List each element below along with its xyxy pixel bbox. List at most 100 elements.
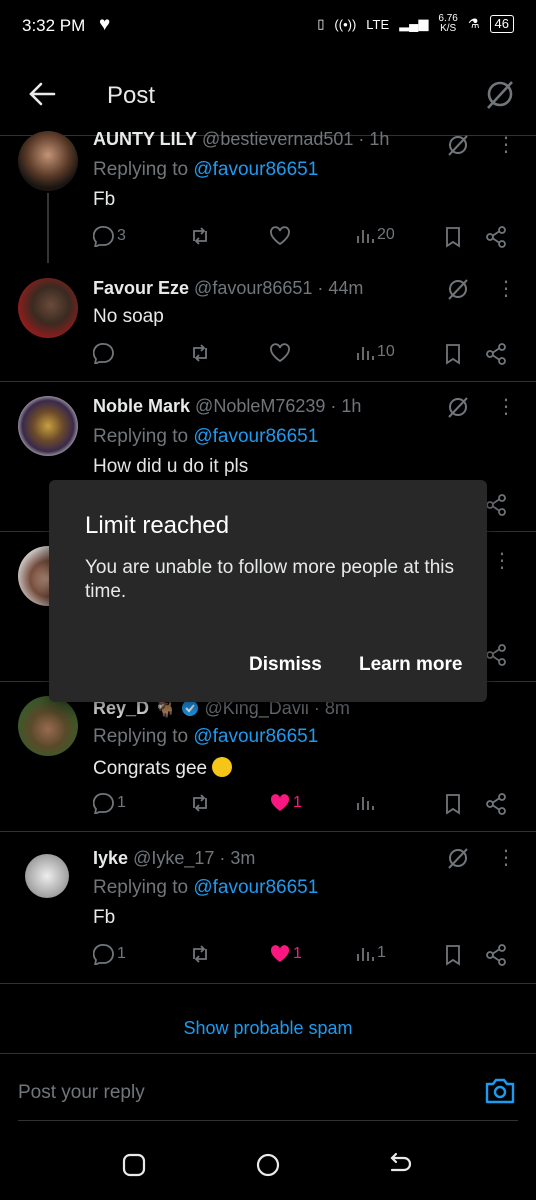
reply-1[interactable]: AUNTY LILY @bestievernad501 · 1h ⋮ Reply… [0,129,536,265]
views-count: 10 [377,343,395,360]
avatar[interactable] [18,278,78,338]
bookmark-icon[interactable] [443,226,463,248]
replying-to: Replying to @favour86651 [93,877,318,899]
views-button[interactable]: 20 [355,225,395,245]
mention-link[interactable]: @favour86651 [193,159,318,180]
reply-count: 1 [117,945,126,962]
lte-label: LTE [366,16,390,32]
share-icon[interactable] [485,793,507,815]
bookmark-icon[interactable] [443,343,463,365]
like-button[interactable] [269,225,291,247]
avatar[interactable] [25,854,69,898]
handle[interactable]: @favour86651 · 44m [194,278,363,298]
bookmark-icon[interactable] [443,944,463,966]
dismiss-button[interactable]: Dismiss [249,654,322,676]
heart-icon: ♥ [99,14,111,35]
net-speed-unit: K/S [440,23,457,34]
status-bar: 3:32 PM ♥ ▯ ((•)) LTE ▂▄▆ 6.76 K/S ⚗ 46 [0,0,536,56]
mention-link[interactable]: @favour86651 [193,877,318,898]
avatar[interactable] [18,131,78,191]
handle[interactable]: @NobleM76239 · 1h [195,396,361,416]
reply-button[interactable]: 1 [93,792,126,814]
more-icon[interactable]: ⋮ [496,279,516,299]
repost-icon [193,945,207,963]
share-icon[interactable] [485,343,507,365]
show-probable-spam-link[interactable]: Show probable spam [0,984,536,1054]
repost-button[interactable] [189,943,211,965]
grok-icon[interactable] [484,78,516,115]
learn-more-button[interactable]: Learn more [359,654,462,676]
display-name[interactable]: AUNTY LILY [93,129,197,149]
flask-icon: ⚗ [467,16,480,31]
reply-composer: Post your reply [0,1054,536,1124]
replying-to: Replying to @favour86651 [93,426,318,448]
display-name[interactable]: Noble Mark [93,396,190,416]
status-time: 3:32 PM [22,16,86,35]
reply-button[interactable]: 3 [93,225,126,247]
more-icon[interactable]: ⋮ [496,397,516,417]
reply-actions: 1 1 [93,792,513,818]
grok-icon[interactable] [446,277,470,301]
reply-button[interactable]: 1 [93,943,126,965]
reply-button[interactable] [93,342,115,364]
comment-icon [93,226,114,247]
reply-5[interactable]: Iyke @Iyke_17 · 3m ⋮ Replying to @favour… [0,832,536,984]
comment-icon [93,793,114,814]
more-icon[interactable]: ⋮ [496,135,516,155]
camera-icon[interactable] [484,1076,516,1111]
divider [18,1120,518,1121]
dialog-message: You are unable to follow more people at … [85,557,454,602]
views-button[interactable]: 1 [355,943,386,963]
reply-top-actions: ⋮ [446,846,516,870]
handle[interactable]: @Iyke_17 · 3m [133,848,255,868]
bookmark-icon[interactable] [443,793,463,815]
views-icon [357,948,374,961]
views-icon [357,230,374,243]
dialog-title: Limit reached [85,512,230,539]
replying-prefix: Replying to [93,426,194,447]
reply-input[interactable]: Post your reply [18,1082,145,1104]
comment-icon [93,944,114,965]
more-icon[interactable]: ⋮ [496,848,516,868]
reply-actions: 1 1 1 [93,943,513,969]
share-icon[interactable] [485,226,507,248]
replying-prefix: Replying to [93,159,194,180]
repost-icon [193,227,207,245]
share-icon[interactable] [485,944,507,966]
back-arrow-icon[interactable] [28,80,56,113]
like-count: 1 [293,945,302,962]
back-nav-icon[interactable] [388,1152,414,1178]
repost-button[interactable] [189,792,211,814]
grok-icon[interactable] [446,846,470,870]
reply-top-actions: ⋮ [446,277,516,301]
repost-button[interactable] [189,225,211,247]
recent-apps-icon[interactable] [122,1153,146,1177]
share-icon[interactable] [485,494,507,516]
replying-to: Replying to @favour86651 [93,159,318,181]
avatar[interactable] [18,696,78,756]
reply-text-content: Congrats gee [93,758,208,779]
like-button[interactable] [269,342,291,364]
repost-button[interactable] [189,342,211,364]
views-button[interactable]: 10 [355,342,395,362]
mention-link[interactable]: @favour86651 [193,426,318,447]
reply-2[interactable]: Favour Eze @favour86651 · 44m ⋮ No soap … [0,265,536,382]
mention-link[interactable]: @favour86651 [193,726,318,747]
handle[interactable]: @bestievernad501 · 1h [202,129,389,149]
grok-icon[interactable] [446,395,470,419]
avatar[interactable] [18,396,78,456]
home-icon[interactable] [255,1152,281,1178]
replying-to: Replying to @favour86651 [93,726,318,748]
net-speed: 6.76 K/S [438,14,457,34]
views-button[interactable] [355,792,375,812]
share-icon[interactable] [485,644,507,666]
grok-icon[interactable] [446,133,470,157]
more-icon[interactable]: ⋮ [492,551,512,571]
display-name[interactable]: Favour Eze [93,278,189,298]
display-name[interactable]: Iyke [93,848,128,868]
page-title: Post [107,82,156,109]
reply-4[interactable]: Rey_D 🐐 @King_Davii · 8m Replying to @fa… [0,682,536,832]
like-button[interactable]: 1 [269,943,302,965]
views-icon [357,347,374,360]
like-button[interactable]: 1 [269,792,302,814]
